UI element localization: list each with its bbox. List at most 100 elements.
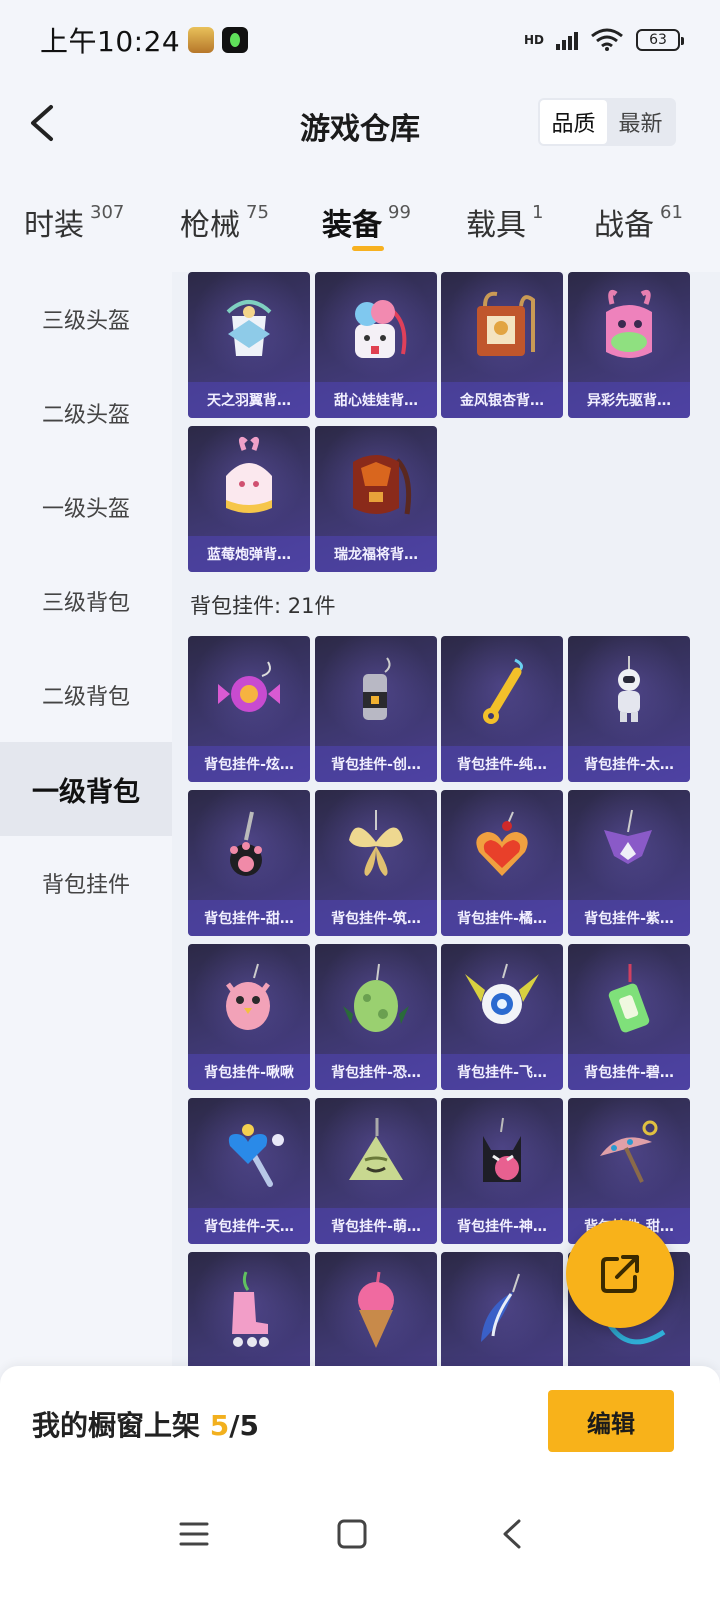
pendant-card[interactable]: 背包挂件-紫… [568,790,690,936]
pendant-card[interactable]: 背包挂件-纯… [441,636,563,782]
blueberry-backpack-icon [226,436,272,513]
sidebar-item-pendants[interactable]: 背包挂件 [0,836,172,930]
pendant-name: 背包挂件-飞… [441,1054,563,1090]
can-pendant-icon [363,657,391,720]
pendant-name: 背包挂件-炫… [188,746,310,782]
backpack-card[interactable]: 蓝莓炮弹背… [188,426,310,572]
pendant-name: 背包挂件-纯… [441,746,563,782]
category-tabs: 时装 307 枪械 75 装备 99 载具 1 战备 61 [0,190,720,270]
sidebar-item-backpack-3[interactable]: 三级背包 [0,554,172,648]
tab-battle-gear[interactable]: 战备 61 [594,200,683,244]
sidebar-item-backpack-1[interactable]: 一级背包 [0,742,172,836]
pendant-name: 背包挂件-啾啾 [188,1054,310,1090]
backpack-card[interactable]: 异彩先驱背… [568,272,690,418]
pendant-name: 背包挂件-橘… [441,900,563,936]
sort-newest-button[interactable]: 最新 [607,100,674,144]
pendant-card[interactable] [315,1252,437,1370]
sidebar-item-helmet-1[interactable]: 一级头盔 [0,460,172,554]
backpack-card[interactable]: 瑞龙福将背… [315,426,437,572]
backpack-name: 天之羽翼背… [188,382,310,418]
pendant-name: 背包挂件-恐… [315,1054,437,1090]
cat-pendant-icon [483,1117,521,1182]
edit-button[interactable]: 编辑 [548,1390,674,1452]
active-tab-indicator [352,246,384,251]
icecream-pendant-icon [358,1271,394,1348]
opener-pendant-icon [483,658,523,724]
tab-count: 61 [660,202,683,223]
chevron-left-icon [31,105,53,141]
backpack-name: 异彩先驱背… [568,382,690,418]
pendant-name: 背包挂件-筑… [315,900,437,936]
pendant-card[interactable]: 背包挂件-碧… [568,944,690,1090]
pendant-card[interactable]: 背包挂件-橘… [441,790,563,936]
pendant-card[interactable] [441,1252,563,1370]
pendant-card[interactable]: 背包挂件-神… [441,1098,563,1244]
home-icon [337,1519,367,1549]
pendant-card[interactable]: 背包挂件-恐… [315,944,437,1090]
back-button[interactable] [18,98,64,148]
pendant-card[interactable]: 背包挂件-创… [315,636,437,782]
wand-pendant-icon [228,1124,284,1187]
astronaut-pendant-icon [618,656,640,722]
battery-icon: 63 [636,29,684,51]
showcase-current: 5 [209,1409,230,1442]
pendant-card[interactable]: 背包挂件-萌… [315,1098,437,1244]
tab-count: 75 [246,202,269,223]
backpack-card[interactable]: 天之羽翼背… [188,272,310,418]
network-type: HD [523,33,544,47]
dino-egg-pendant-icon [343,963,409,1032]
tab-label: 装备 [322,208,382,243]
showcase-total: /5 [229,1409,259,1442]
home-button[interactable] [322,1504,382,1564]
pendant-name: 背包挂件-萌… [315,1208,437,1244]
backpack-name: 瑞龙福将背… [315,536,437,572]
system-back-button[interactable] [482,1504,542,1564]
pendant-name: 背包挂件-碧… [568,1054,690,1090]
pendant-card[interactable]: 背包挂件-飞… [441,944,563,1090]
system-nav-bar [0,1482,720,1600]
wifi-icon [591,28,623,51]
sidebar-item-helmet-3[interactable]: 三级头盔 [0,272,172,366]
tab-label: 战备 [594,208,654,243]
header: 游戏仓库 品质 最新 [0,90,720,156]
tab-count: 1 [532,202,544,223]
backpack-name: 金风银杏背… [441,382,563,418]
pendant-card[interactable]: 背包挂件-天… [188,1098,310,1244]
sort-quality-button[interactable]: 品质 [540,100,607,144]
showcase-label: 我的橱窗上架 5/5 [32,1404,259,1444]
tab-label: 时装 [24,208,84,243]
tab-guns[interactable]: 枪械 75 [180,200,269,244]
pendant-card[interactable]: 背包挂件-筑… [315,790,437,936]
doll-backpack-icon [355,300,407,358]
skate-pendant-icon [232,1271,269,1347]
sort-toggle: 品质 最新 [538,98,676,146]
pendant-name: 背包挂件-神… [441,1208,563,1244]
pendant-name: 背包挂件-紫… [568,900,690,936]
sidebar-item-helmet-2[interactable]: 二级头盔 [0,366,172,460]
pendant-card[interactable]: 背包挂件-炫… [188,636,310,782]
sidebar-item-backpack-2[interactable]: 二级背包 [0,648,172,742]
tab-vehicles[interactable]: 载具 1 [466,200,543,244]
rabbit-backpack-icon [606,289,652,358]
item-grid: 背包挂件: 21件 天之羽翼背… 甜心娃娃背… 金风银杏背… 异彩先驱背… 蓝莓炮弹背…… [172,272,720,1370]
ginkgo-backpack-icon [477,291,535,356]
dragon-backpack-icon [353,455,412,515]
feather-pendant-icon [481,1273,520,1342]
tab-equipment[interactable]: 装备 99 [322,200,411,244]
menu-button[interactable] [164,1504,224,1564]
pendant-section-label: 背包挂件: 21件 [190,594,336,618]
pendant-card[interactable]: 背包挂件-甜… [188,790,310,936]
candy-pendant-icon [218,661,280,712]
share-button[interactable] [566,1220,674,1328]
pendant-card[interactable]: 背包挂件-啾啾 [188,944,310,1090]
wing-backpack-icon [226,300,272,356]
pendant-name: 背包挂件-创… [315,746,437,782]
ticket-pendant-icon [608,964,650,1033]
eye-orb-pendant-icon [465,963,539,1024]
tab-fashion[interactable]: 时装 307 [24,200,124,244]
pendant-card[interactable] [188,1252,310,1370]
pendant-name: 背包挂件-天… [188,1208,310,1244]
backpack-card[interactable]: 金风银杏背… [441,272,563,418]
pendant-card[interactable]: 背包挂件-太… [568,636,690,782]
backpack-card[interactable]: 甜心娃娃背… [315,272,437,418]
